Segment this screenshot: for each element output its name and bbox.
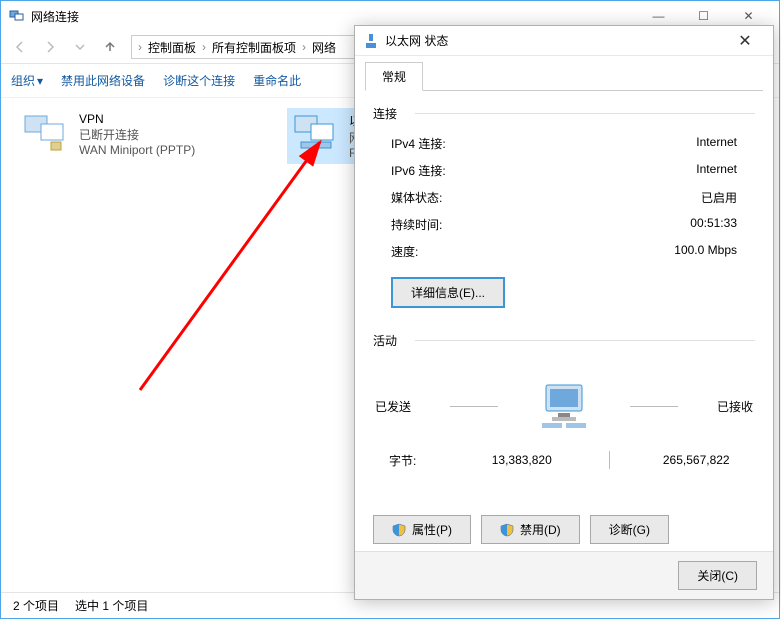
history-dropdown[interactable] (65, 33, 95, 61)
diagnose-connection-button[interactable]: 诊断这个连接 (163, 72, 235, 89)
dialog-titlebar: 以太网 状态 ✕ (355, 26, 773, 56)
connection-text: VPN 已断开连接 WAN Miniport (PPTP) (79, 112, 195, 157)
selected-count: 选中 1 个项目 (75, 597, 148, 614)
forward-button[interactable] (35, 33, 65, 61)
diagnose-button[interactable]: 诊断(G) (590, 515, 669, 544)
close-button[interactable]: 关闭(C) (678, 561, 757, 590)
tab-general[interactable]: 常规 (365, 62, 423, 91)
network-connections-icon (9, 8, 25, 24)
kv-ipv6: IPv6 连接:Internet (355, 157, 773, 184)
up-button[interactable] (95, 33, 125, 61)
details-button[interactable]: 详细信息(E)... (391, 277, 505, 308)
network-icon (363, 33, 379, 49)
breadcrumb-seg[interactable]: 所有控制面板项 (208, 39, 300, 56)
explorer-title: 网络连接 (31, 8, 636, 25)
kv-ipv4: IPv4 连接:Internet (355, 130, 773, 157)
dialog-title: 以太网 状态 (385, 32, 725, 49)
connection-desc: WAN Miniport (PPTP) (79, 143, 195, 157)
organize-menu[interactable]: 组织▾ (11, 72, 43, 89)
vpn-connection-icon (21, 112, 69, 154)
kv-media: 媒体状态:已启用 (355, 184, 773, 211)
disable-device-button[interactable]: 禁用此网络设备 (61, 72, 145, 89)
tabs: 常规 (355, 56, 773, 90)
ethernet-status-dialog: 以太网 状态 ✕ 常规 连接 IPv4 连接:Internet IPv6 连接:… (354, 25, 774, 600)
chevron-right-icon: › (200, 40, 208, 54)
sent-bytes: 13,383,820 (465, 453, 579, 467)
recv-label: 已接收 (717, 398, 753, 415)
shield-icon (500, 523, 514, 537)
connection-name: VPN (79, 112, 195, 126)
item-count: 2 个项目 (13, 597, 59, 614)
chevron-right-icon: › (136, 40, 144, 54)
activity-monitor-icon (536, 381, 592, 431)
activity-panel: 已发送 已接收 字节: 13,383,820 265,567,822 (355, 357, 773, 479)
properties-button[interactable]: 属性(P) (373, 515, 471, 544)
rename-button[interactable]: 重命名此 (253, 72, 301, 89)
disable-button[interactable]: 禁用(D) (481, 515, 580, 544)
shield-icon (392, 523, 406, 537)
ethernet-connection-icon (291, 112, 339, 154)
divider (630, 406, 678, 407)
recv-bytes: 265,567,822 (640, 453, 754, 467)
divider (450, 406, 498, 407)
kv-duration: 持续时间:00:51:33 (355, 211, 773, 238)
dialog-footer: 关闭(C) (355, 551, 773, 599)
section-activity: 活动 (355, 318, 773, 357)
divider (609, 451, 610, 469)
button-row: 属性(P) 禁用(D) 诊断(G) (355, 479, 773, 554)
back-button[interactable] (5, 33, 35, 61)
kv-speed: 速度:100.0 Mbps (355, 238, 773, 265)
connection-item-vpn[interactable]: VPN 已断开连接 WAN Miniport (PPTP) (17, 108, 247, 161)
bytes-label: 字节: (375, 452, 465, 469)
chevron-right-icon: › (300, 40, 308, 54)
connection-status: 已断开连接 (79, 126, 195, 143)
section-connect: 连接 (355, 91, 773, 130)
dialog-close-button[interactable]: ✕ (725, 28, 765, 54)
sent-label: 已发送 (375, 398, 411, 415)
breadcrumb-seg[interactable]: 控制面板 (144, 39, 200, 56)
breadcrumb-seg[interactable]: 网络 (308, 39, 340, 56)
